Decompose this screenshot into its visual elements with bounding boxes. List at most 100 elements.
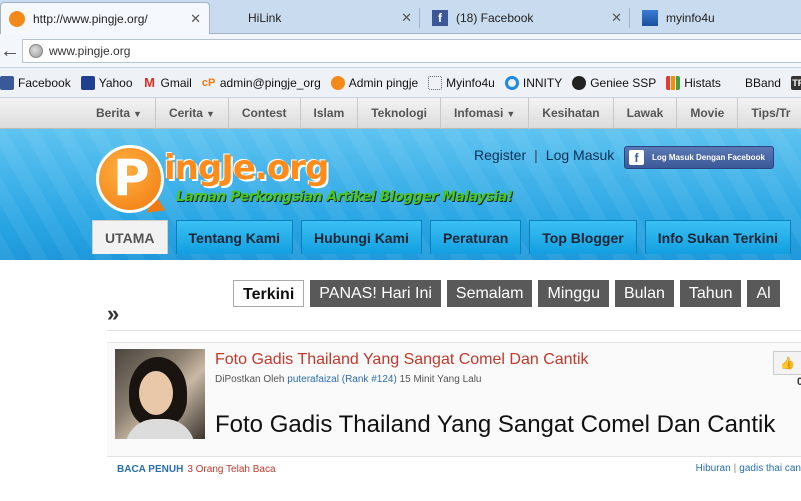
bookmark-gmail[interactable]: M Gmail (143, 74, 192, 90)
globe-icon (29, 44, 43, 58)
nav-label: Contest (241, 105, 287, 120)
bookmark-cpanel[interactable]: cP admin@pingje_org (202, 76, 321, 90)
reader-count: 3 Orang Telah Baca (187, 464, 276, 475)
divider (107, 330, 801, 331)
facebook-login-button[interactable]: f Log Masuk Dengan Facebook (624, 146, 774, 169)
tab-utama[interactable]: UTAMA (92, 220, 168, 254)
filter-panas[interactable]: PANAS! Hari Ini (310, 280, 441, 307)
site-logo[interactable]: ingJe.org (164, 148, 329, 188)
nav-item-islam[interactable]: Islam (301, 97, 359, 129)
nav-item-kesihatan[interactable]: Kesihatan (529, 97, 614, 129)
post-headline[interactable]: Foto Gadis Thailand Yang Sangat Comel Da… (215, 411, 775, 439)
nav-item-tips[interactable]: Tips/Tr (738, 98, 801, 129)
tab-tentang-kami[interactable]: Tentang Kami (175, 220, 294, 254)
auth-links: Register | Log Masuk (474, 147, 614, 163)
nav-item-teknologi[interactable]: Teknologi (358, 97, 442, 129)
nav-label: Infomasi (454, 105, 504, 120)
back-arrow-icon[interactable]: ← (0, 39, 22, 63)
nav-label: Movie (690, 105, 725, 120)
bookmark-label: Myinfo4u (446, 75, 495, 90)
blank-page-icon (428, 75, 443, 90)
read-more-link[interactable]: BACA PENUH (117, 464, 183, 475)
browser-tab-hilink[interactable]: HiLink ✕ (214, 2, 420, 34)
post-meta: DiPostkan Oleh puterafaizal (Rank #124) … (215, 374, 481, 385)
bookmark-label: Histats (684, 75, 721, 90)
nav-label: Lawak (626, 105, 664, 120)
like-button[interactable]: 👍 (773, 351, 801, 375)
geniee-icon (572, 75, 587, 90)
tab-title: myinfo4u (666, 11, 715, 25)
bookmark-label: BBand (744, 75, 781, 90)
browser-tab-myinfo4u[interactable]: myinfo4u (634, 2, 801, 34)
nav-item-infomasi[interactable]: Infomasi ▼ (441, 97, 530, 129)
filter-semalam[interactable]: Semalam (446, 280, 533, 307)
bookmark-admin-pingje[interactable]: Admin pingje (330, 75, 418, 90)
filter-tabs: Terkini PANAS! Hari Ini Semalam Minggu B… (233, 280, 786, 307)
address-bar[interactable]: www.pingje.org (22, 39, 801, 63)
pingje-favicon-icon (9, 10, 25, 27)
tab-top-blogger[interactable]: Top Blogger (529, 220, 637, 254)
close-tab-icon[interactable]: ✕ (401, 10, 412, 26)
bookmark-label: Geniee SSP (590, 75, 657, 90)
browser-tab-pingje[interactable]: http://www.pingje.org/ ✕ (0, 2, 210, 34)
tab-info-sukan[interactable]: Info Sukan Terkini (644, 220, 792, 254)
browser-tab-facebook[interactable]: f (18) Facebook ✕ (424, 2, 630, 34)
nav-label: Cerita (168, 105, 203, 120)
chevron-down-icon: ▼ (205, 108, 215, 119)
bookmark-myinfo4u[interactable]: Myinfo4u (428, 75, 495, 90)
nav-label: Teknologi (371, 105, 428, 120)
login-link[interactable]: Log Masuk (546, 147, 614, 163)
tab-separator (629, 8, 630, 28)
bookmark-tp[interactable]: TPTo (790, 75, 801, 90)
nav-item-berita[interactable]: Berita ▼ (0, 97, 156, 129)
nav-item-contest[interactable]: Contest (229, 97, 301, 129)
bookmark-histats[interactable]: Histats (666, 75, 721, 90)
myinfo4u-favicon-icon (642, 10, 658, 26)
post-time: 15 Minit Yang Lalu (399, 374, 482, 385)
browser-navbar: ← www.pingje.org (0, 34, 801, 68)
register-link[interactable]: Register (474, 147, 526, 163)
tab-hubungi-kami[interactable]: Hubungi Kami (301, 220, 422, 254)
filter-all[interactable]: Al (747, 280, 780, 307)
author-link[interactable]: puterafaizal (Rank #124) (287, 374, 397, 385)
category-link[interactable]: Hiburan (696, 463, 731, 474)
bookmark-innity[interactable]: INNITY (504, 75, 562, 90)
tab-separator (419, 8, 420, 28)
post-thumbnail[interactable] (115, 349, 205, 439)
post-title-link[interactable]: Foto Gadis Thailand Yang Sangat Comel Da… (215, 351, 589, 369)
nav-label: Berita (96, 105, 131, 120)
close-tab-icon[interactable]: ✕ (611, 10, 622, 26)
chevron-down-icon: ▼ (133, 108, 142, 119)
filter-minggu[interactable]: Minggu (538, 280, 609, 307)
url-text: www.pingje.org (49, 44, 131, 58)
thumbnail-shirt (125, 419, 195, 439)
bookmark-geniee[interactable]: Geniee SSP (572, 75, 657, 90)
filter-bulan[interactable]: Bulan (614, 280, 674, 307)
histats-icon (666, 75, 681, 90)
cpanel-icon: cP (201, 76, 216, 89)
tag-link[interactable]: gadis thai can (739, 463, 801, 474)
post-footer: BACA PENUH 3 Orang Telah Baca Hiburan | ga… (107, 456, 801, 482)
bookmark-yahoo[interactable]: Yahoo (80, 75, 133, 90)
tab-peraturan[interactable]: Peraturan (429, 220, 522, 254)
filter-terkini[interactable]: Terkini (233, 280, 305, 307)
main-tabs: UTAMA Tentang Kami Hubungi Kami Peratura… (92, 220, 799, 254)
post-tags: Hiburan | gadis thai can (696, 463, 801, 474)
like-count: 0 (797, 376, 801, 388)
innity-icon (504, 75, 519, 90)
facebook-icon (0, 75, 14, 90)
nav-item-movie[interactable]: Movie (677, 97, 739, 129)
nav-item-lawak[interactable]: Lawak (614, 97, 678, 129)
close-tab-icon[interactable]: ✕ (190, 11, 201, 27)
bookmark-facebook[interactable]: Facebook (0, 75, 71, 90)
chevron-down-icon: ▼ (506, 108, 516, 119)
gmail-icon: M (144, 74, 155, 90)
bookmark-label: Gmail (160, 75, 192, 90)
nav-item-cerita[interactable]: Cerita ▼ (156, 97, 229, 129)
tp-icon: TP (790, 75, 801, 90)
bookmark-bband[interactable]: BBand (745, 76, 781, 90)
yahoo-mail-icon (80, 75, 95, 90)
separator: | (534, 147, 538, 163)
filter-tahun[interactable]: Tahun (679, 280, 742, 307)
thumbnail-face (139, 371, 173, 415)
